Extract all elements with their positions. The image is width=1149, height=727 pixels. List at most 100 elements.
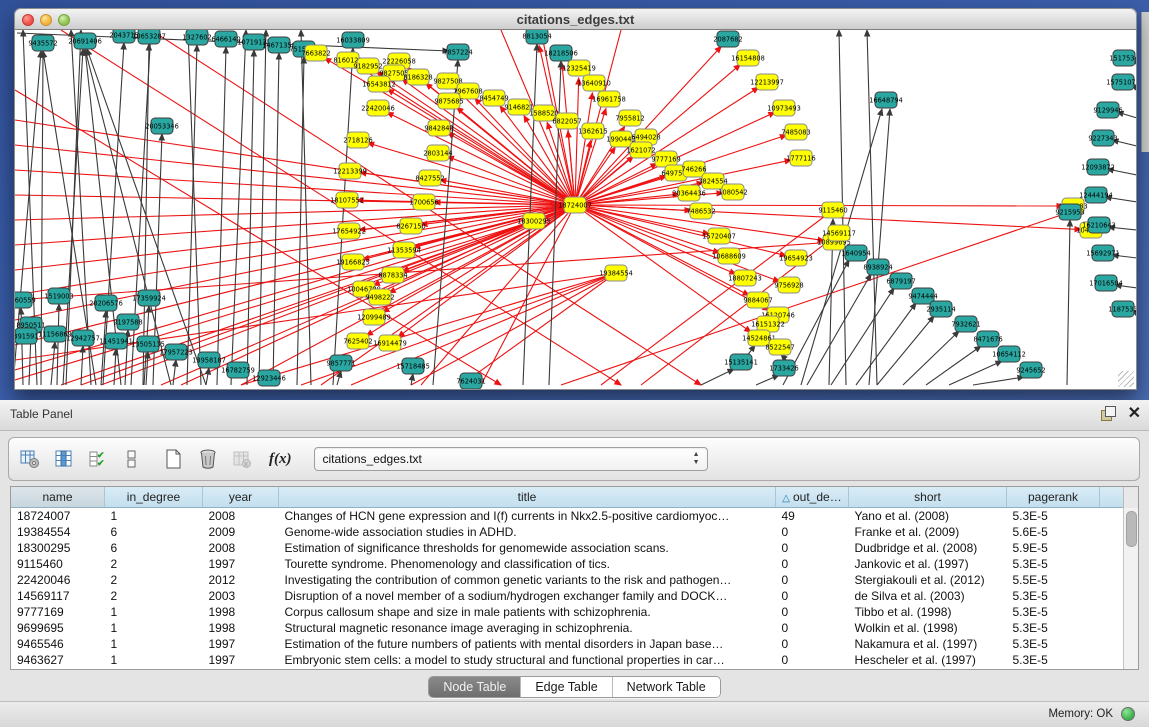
graph-node[interactable]: 17016504: [1089, 275, 1123, 291]
table-cell[interactable]: Stergiakouli et al. (2012): [849, 572, 1007, 588]
graph-node[interactable]: 8427552: [415, 170, 444, 186]
table-cell[interactable]: 5.3E-5: [1007, 620, 1100, 636]
table-row[interactable]: 1872400712008Changes of HCN gene express…: [11, 508, 1133, 525]
table-cell[interactable]: 1998: [203, 620, 279, 636]
table-cell[interactable]: 0: [776, 572, 849, 588]
table-cell[interactable]: 2008: [203, 540, 279, 556]
graph-node[interactable]: 15692971: [1086, 245, 1120, 261]
table-cell[interactable]: 1997: [203, 652, 279, 668]
graph-node[interactable]: 18218506: [544, 45, 578, 61]
table-cell[interactable]: 2012: [203, 572, 279, 588]
graph-node[interactable]: 8186328: [403, 69, 432, 85]
table-cell[interactable]: Jankovic et al. (1997): [849, 556, 1007, 572]
graph-node[interactable]: 7857224: [443, 44, 472, 60]
column-header-year[interactable]: year: [203, 487, 279, 508]
node-table[interactable]: namein_degreeyeartitle△out_de…shortpager…: [10, 486, 1139, 670]
table-cell[interactable]: Estimation of significance thresholds fo…: [279, 540, 776, 556]
memory-status-icon[interactable]: [1121, 707, 1135, 721]
table-cell[interactable]: 2003: [203, 588, 279, 604]
table-cell[interactable]: 2: [105, 572, 203, 588]
resize-grip-icon[interactable]: [1118, 371, 1134, 387]
table-row[interactable]: 1456911722003Disruption of a novel membe…: [11, 588, 1133, 604]
graph-node[interactable]: 9197588: [113, 314, 142, 330]
graph-node[interactable]: 2935114: [926, 301, 955, 317]
table-cell[interactable]: Disruption of a novel member of a sodium…: [279, 588, 776, 604]
graph-node[interactable]: 1362615: [578, 123, 607, 139]
graph-node[interactable]: 6822057: [552, 113, 581, 129]
graph-node[interactable]: 15135141: [724, 354, 758, 370]
vertical-scrollbar[interactable]: [1123, 508, 1138, 669]
graph-node[interactable]: 1777116: [786, 150, 815, 166]
graph-node[interactable]: 7625402: [343, 333, 372, 349]
table-cell[interactable]: 9699695: [11, 620, 105, 636]
table-cell[interactable]: 18724007: [11, 508, 105, 525]
graph-node[interactable]: 19384554: [599, 265, 633, 281]
table-cell[interactable]: Tibbo et al. (1998): [849, 604, 1007, 620]
table-row[interactable]: 2242004622012Investigating the contribut…: [11, 572, 1133, 588]
table-cell[interactable]: 0: [776, 652, 849, 668]
table-cell[interactable]: 1: [105, 652, 203, 668]
graph-node[interactable]: 8267150: [396, 218, 425, 234]
table-cell[interactable]: 0: [776, 636, 849, 652]
table-cell[interactable]: Franke et al. (2009): [849, 524, 1007, 540]
graph-node[interactable]: 7663822: [301, 45, 330, 61]
graph-node[interactable]: 9245652: [1016, 362, 1045, 378]
new-table-icon[interactable]: [161, 447, 187, 471]
graph-node[interactable]: 2087682: [713, 31, 742, 47]
graph-node[interactable]: 9227343: [1088, 130, 1117, 146]
table-cell[interactable]: Estimation of the future numbers of pati…: [279, 636, 776, 652]
table-cell[interactable]: 0: [776, 604, 849, 620]
network-window[interactable]: citations_edges.txt 18724007943557220691…: [14, 8, 1137, 390]
table-cell[interactable]: 1998: [203, 604, 279, 620]
graph-node[interactable]: 7624031: [456, 373, 485, 389]
scrollbar-thumb[interactable]: [1126, 511, 1137, 547]
table-cell[interactable]: 6: [105, 524, 203, 540]
graph-node[interactable]: 12325419: [562, 60, 596, 76]
delete-rows-icon[interactable]: [195, 447, 221, 471]
table-cell[interactable]: 19384554: [11, 524, 105, 540]
table-cell[interactable]: 18300295: [11, 540, 105, 556]
table-row[interactable]: 977716911998Corpus callosum shape and si…: [11, 604, 1133, 620]
graph-node[interactable]: 9857771: [326, 355, 355, 371]
table-cell[interactable]: 14569117: [11, 588, 105, 604]
column-header-short[interactable]: short: [849, 487, 1007, 508]
table-cell[interactable]: Nakamura et al. (1997): [849, 636, 1007, 652]
table-row[interactable]: 969969511998Structural magnetic resonanc…: [11, 620, 1133, 636]
column-header-title[interactable]: title: [279, 487, 776, 508]
graph-node[interactable]: 9884067: [743, 292, 772, 308]
graph-node[interactable]: 391591: [15, 328, 39, 344]
graph-node[interactable]: 9215953: [1055, 204, 1084, 220]
table-cell[interactable]: 5.3E-5: [1007, 588, 1100, 604]
table-cell[interactable]: Wolkin et al. (1998): [849, 620, 1007, 636]
graph-node[interactable]: 12093872: [1081, 159, 1115, 175]
table-cell[interactable]: 5.3E-5: [1007, 636, 1100, 652]
graph-node[interactable]: 19654923: [779, 250, 813, 266]
graph-node[interactable]: 12923446: [252, 370, 286, 386]
graph-node[interactable]: 9435572: [28, 35, 57, 51]
column-visibility-icon[interactable]: [51, 447, 77, 471]
tab-network-table[interactable]: Network Table: [613, 677, 720, 697]
graph-node[interactable]: 2718126: [343, 132, 372, 148]
table-cell[interactable]: 5.5E-5: [1007, 572, 1100, 588]
table-cell[interactable]: Genome-wide association studies in ADHD.: [279, 524, 776, 540]
graph-node[interactable]: 7932621: [951, 316, 980, 332]
graph-node[interactable]: 1640954: [841, 245, 870, 261]
function-builder-icon[interactable]: f(x): [269, 451, 292, 468]
table-cell[interactable]: 5.3E-5: [1007, 604, 1100, 620]
graph-node[interactable]: 1517534: [1109, 50, 1136, 66]
graph-node[interactable]: 19166825: [336, 254, 370, 270]
close-panel-icon[interactable]: ✕: [1128, 406, 1141, 421]
table-cell[interactable]: 9463627: [11, 652, 105, 668]
graph-node[interactable]: 10654112: [992, 346, 1026, 362]
table-cell[interactable]: 2009: [203, 524, 279, 540]
table-cell[interactable]: Investigating the contribution of common…: [279, 572, 776, 588]
table-cell[interactable]: Structural magnetic resonance image aver…: [279, 620, 776, 636]
table-cell[interactable]: 0: [776, 540, 849, 556]
graph-node[interactable]: 1700656: [409, 194, 438, 210]
table-cell[interactable]: Embryonic stem cells: a model to study s…: [279, 652, 776, 668]
table-row[interactable]: 911546021997Tourette syndrome. Phenomeno…: [11, 556, 1133, 572]
table-cell[interactable]: 1997: [203, 556, 279, 572]
column-header-pagerank[interactable]: pagerank: [1007, 487, 1100, 508]
column-header-name[interactable]: name: [11, 487, 105, 508]
graph-node[interactable]: 15718485: [396, 358, 430, 374]
